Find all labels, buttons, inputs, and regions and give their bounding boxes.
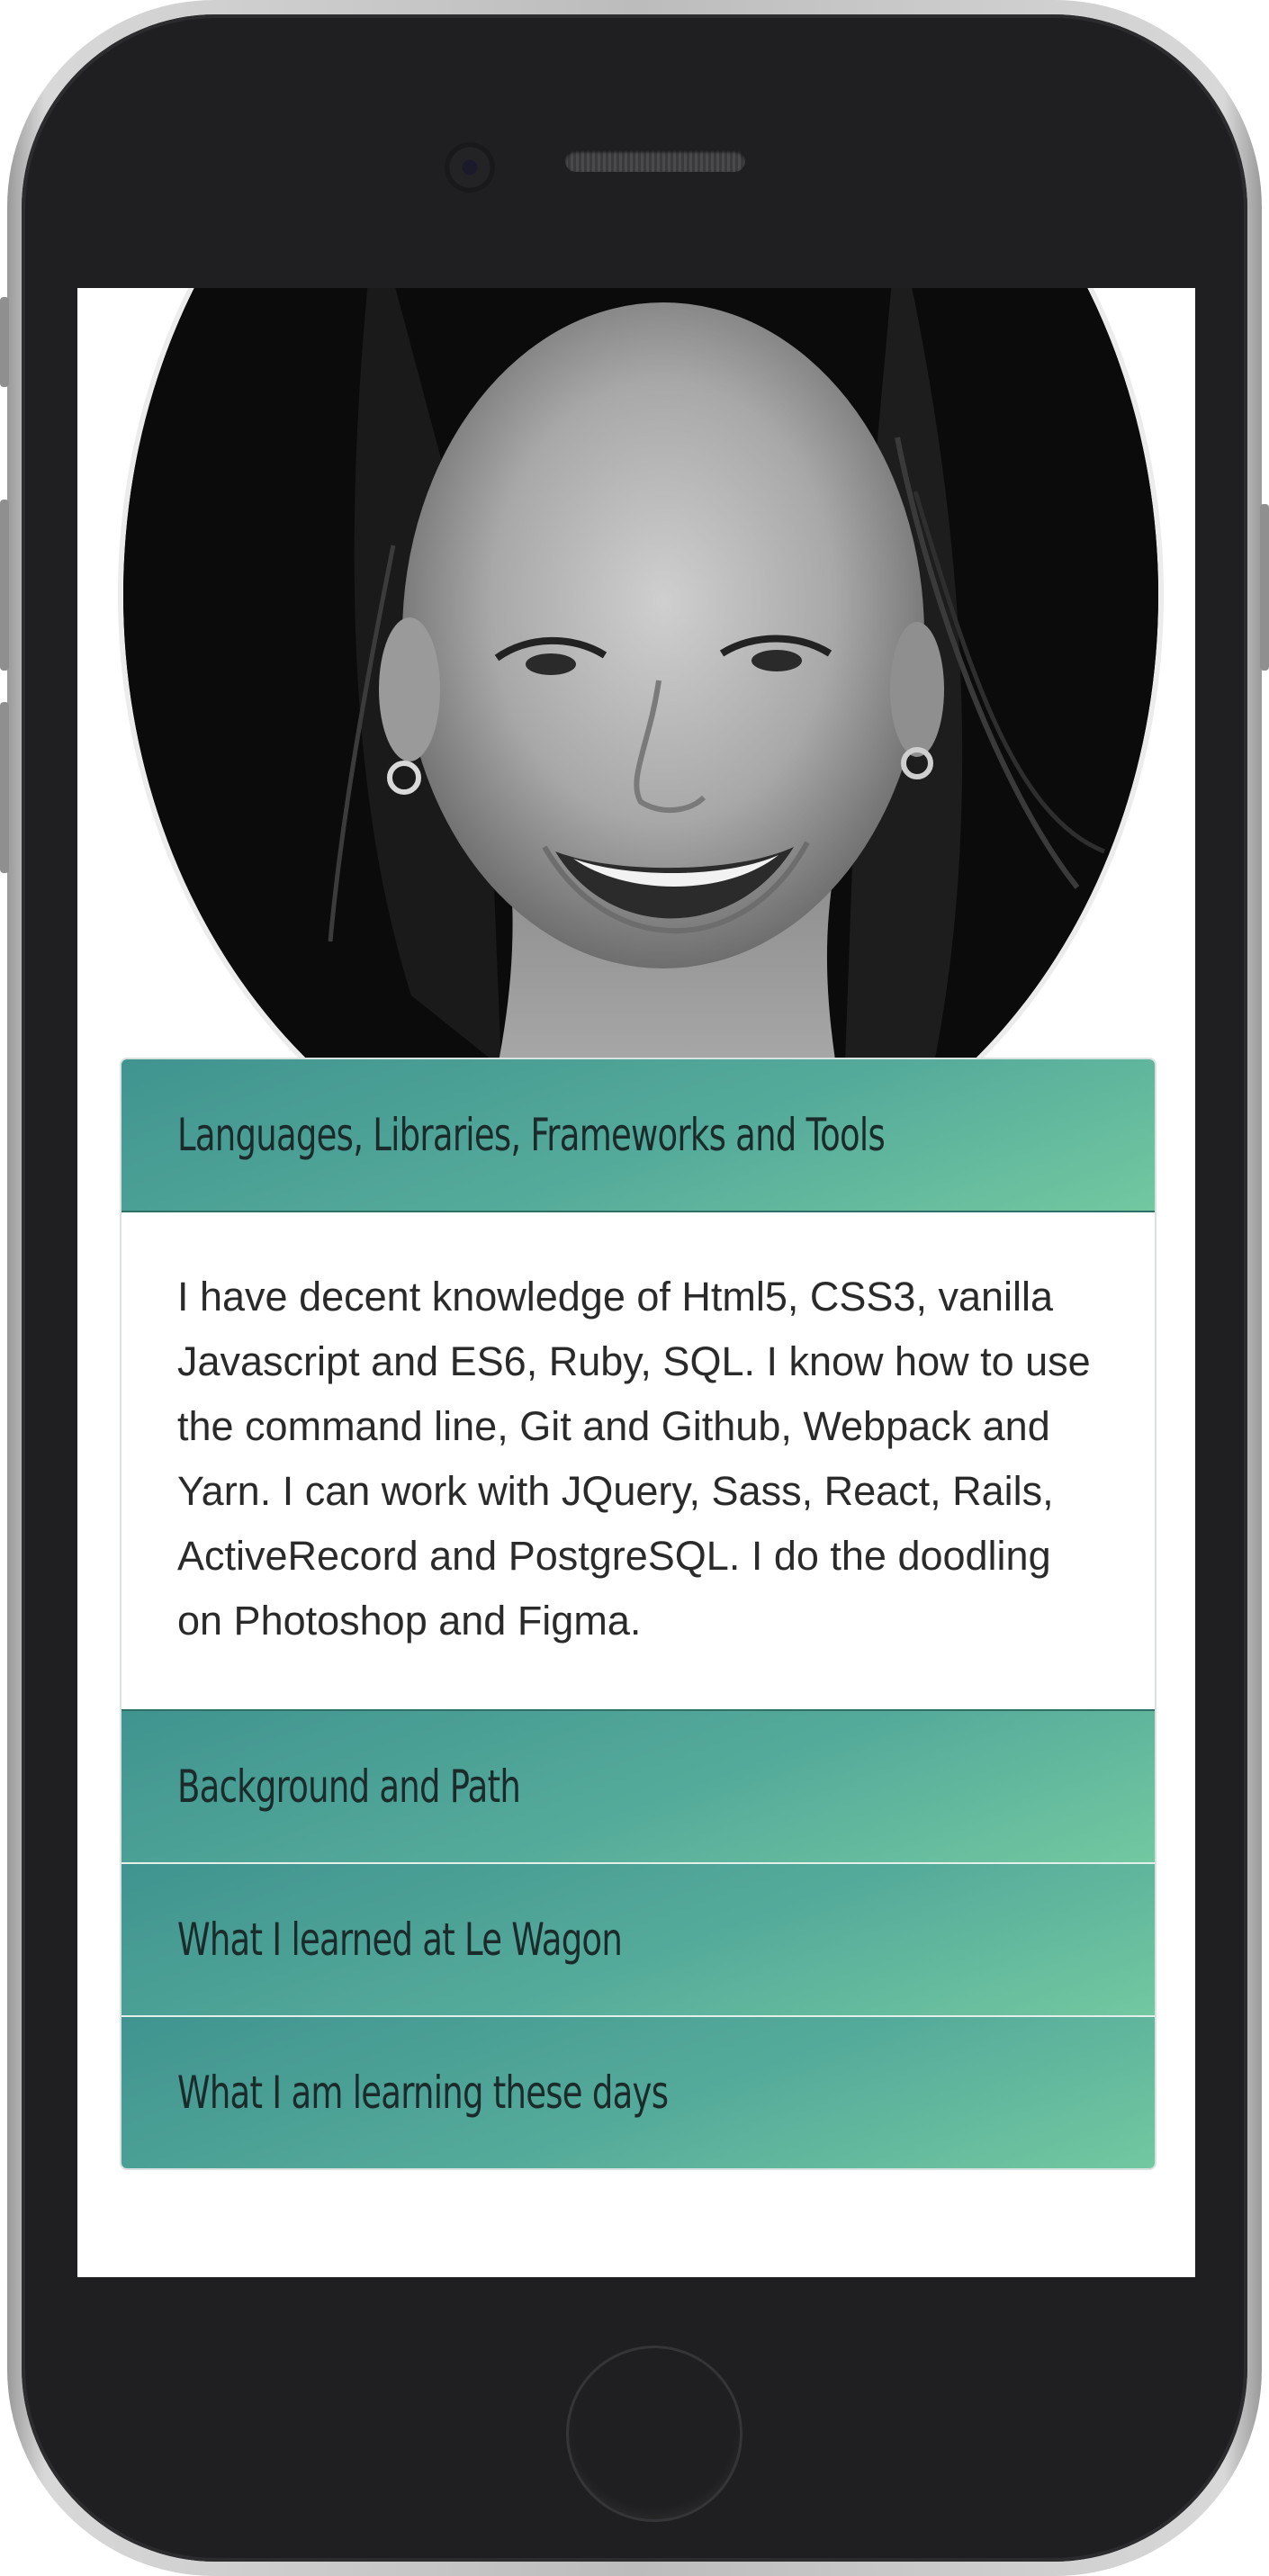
accordion-header-languages[interactable]: Languages, Libraries, Frameworks and Too… bbox=[122, 1059, 1155, 1212]
power-button bbox=[1260, 504, 1269, 671]
accordion-title: Languages, Libraries, Frameworks and Too… bbox=[177, 1109, 886, 1161]
accordion-title: What I am learning these days bbox=[177, 2067, 669, 2119]
accordion-title: Background and Path bbox=[177, 1761, 521, 1813]
front-camera bbox=[445, 142, 495, 193]
mute-switch bbox=[0, 297, 9, 387]
accordion-body-text: I have decent knowledge of Html5, CSS3, … bbox=[177, 1274, 1091, 1644]
skills-accordion: Languages, Libraries, Frameworks and Too… bbox=[120, 1058, 1156, 2170]
volume-down-button bbox=[0, 702, 9, 873]
accordion-header-background[interactable]: Background and Path bbox=[122, 1711, 1155, 1864]
accordion-header-learning[interactable]: What I am learning these days bbox=[122, 2017, 1155, 2168]
accordion-title: What I learned at Le Wagon bbox=[177, 1914, 623, 1966]
screen: Languages, Libraries, Frameworks and Too… bbox=[77, 288, 1195, 2277]
earpiece-speaker bbox=[565, 150, 745, 172]
volume-up-button bbox=[0, 500, 9, 671]
home-button[interactable] bbox=[566, 2346, 742, 2522]
accordion-panel-languages: I have decent knowledge of Html5, CSS3, … bbox=[122, 1212, 1155, 1711]
phone-frame: Languages, Libraries, Frameworks and Too… bbox=[0, 0, 1269, 2576]
accordion-header-le-wagon[interactable]: What I learned at Le Wagon bbox=[122, 1864, 1155, 2017]
